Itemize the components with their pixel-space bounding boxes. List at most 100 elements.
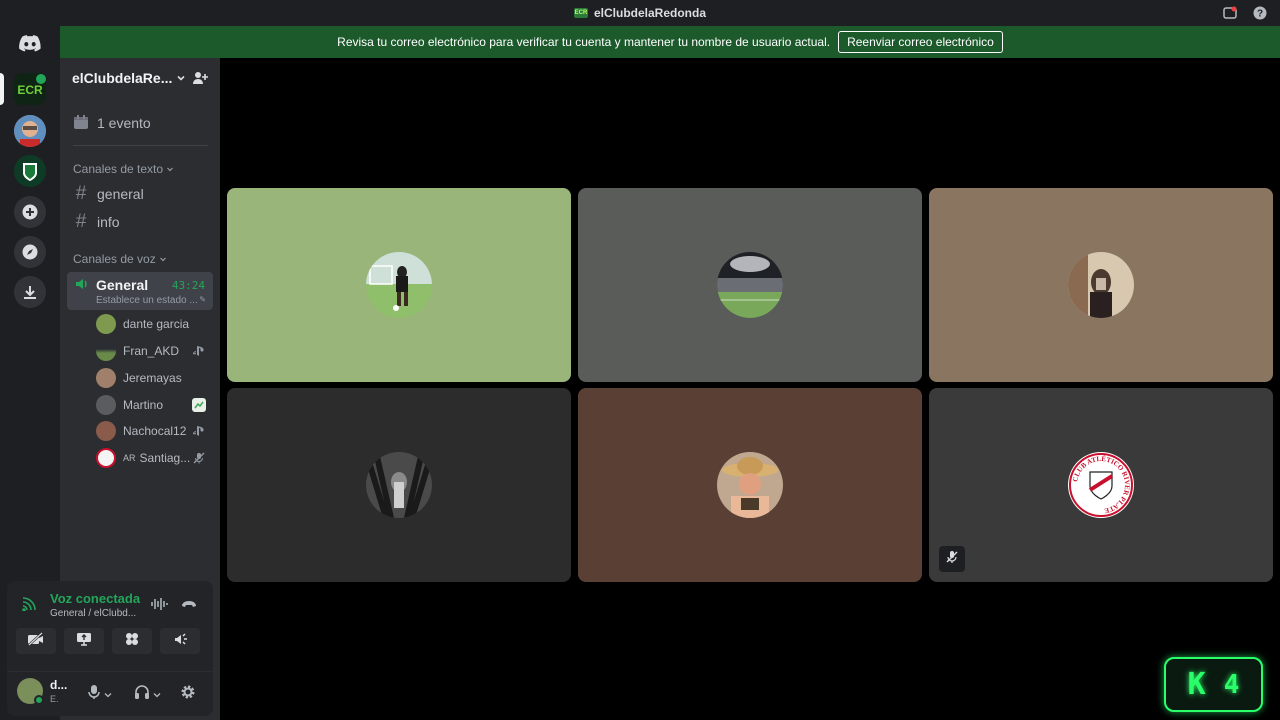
member-name: Nachocal12 — [123, 424, 187, 438]
invite-icon[interactable] — [192, 70, 208, 89]
camera-off-icon — [27, 631, 45, 651]
playstation-icon — [192, 424, 206, 438]
username: d... — [50, 678, 68, 692]
voice-status-label: Voz conectada — [50, 591, 141, 606]
speaker-icon — [74, 276, 90, 297]
camera-off-button[interactable] — [16, 628, 56, 654]
chevron-down-icon — [176, 70, 186, 86]
settings-button[interactable] — [180, 684, 196, 705]
participant-avatar — [366, 452, 432, 518]
chevron-down-icon — [166, 162, 174, 176]
disconnect-icon[interactable] — [180, 597, 198, 616]
voice-action-buttons — [16, 628, 206, 656]
voice-member[interactable]: Jeremayas — [96, 367, 208, 389]
chevron-down-icon — [103, 686, 113, 704]
member-name: dante garcia — [123, 317, 190, 331]
verify-email-banner: Revisa tu correo electrónico para verifi… — [60, 26, 1280, 58]
microphone-icon — [87, 684, 101, 705]
server-header[interactable]: elClubdelaRe... — [60, 58, 220, 98]
playstation-icon — [192, 344, 206, 358]
channel-label: info — [97, 214, 120, 230]
microphone-button[interactable] — [87, 684, 113, 705]
window-title: elClubdelaRedonda — [593, 6, 706, 20]
member-name: Martino — [123, 398, 164, 412]
overlay-number: 4 — [1223, 669, 1240, 700]
participant-tile[interactable] — [227, 388, 571, 582]
voice-member[interactable]: Martino — [96, 394, 208, 416]
river-plate-crest: CLUB ATLÉTICO RIVER PLATE — [1068, 452, 1134, 518]
activity-icon — [192, 398, 206, 412]
voice-timer: 43:24 — [171, 279, 205, 292]
avatar — [96, 341, 116, 361]
voice-channel-general[interactable]: General 43:24 Establece un estado ... ✎ — [67, 272, 213, 310]
activities-icon — [124, 631, 140, 652]
participant-avatar — [1068, 252, 1134, 318]
hash-icon: # — [75, 183, 87, 204]
screen-share-icon — [76, 632, 92, 651]
voice-status[interactable]: Establece un estado ... — [96, 295, 198, 306]
active-server-pill — [0, 73, 4, 105]
avatar — [96, 395, 116, 415]
participant-tile[interactable] — [227, 188, 571, 382]
channel-label: general — [97, 186, 144, 202]
divider — [73, 145, 208, 146]
text-category-label: Canales de texto — [73, 162, 164, 176]
screen-share-button[interactable] — [64, 628, 104, 654]
voice-member[interactable]: Nachocal12 — [96, 420, 208, 442]
events-item[interactable]: 1 evento — [60, 111, 220, 135]
soundboard-icon — [172, 631, 188, 652]
participant-tile[interactable] — [929, 188, 1273, 382]
member-name: Jeremayas — [123, 371, 182, 385]
explore-icon[interactable] — [14, 236, 46, 268]
voice-category[interactable]: Canales de voz — [60, 250, 220, 268]
server-name: elClubdelaRe... — [72, 70, 173, 86]
download-icon[interactable] — [14, 276, 46, 308]
avatar — [96, 421, 116, 441]
online-status-icon — [34, 695, 44, 705]
channel-general[interactable]: # general — [60, 183, 220, 205]
channel-info[interactable]: # info — [60, 211, 220, 233]
voice-stage: CLUB ATLÉTICO RIVER PLATE — [220, 58, 1280, 720]
discord-home-icon[interactable] — [14, 28, 46, 60]
title-bar: ECR elClubdelaRedonda ? — [0, 0, 1280, 26]
participant-avatar — [717, 252, 783, 318]
svg-text:ECR: ECR — [17, 83, 43, 97]
stream-overlay-badge: K 4 — [1164, 657, 1263, 712]
headphones-icon — [134, 684, 150, 705]
pencil-icon[interactable]: ✎ — [199, 295, 206, 304]
crest-server-icon[interactable] — [14, 155, 46, 187]
voice-location[interactable]: General / elClubd... — [50, 608, 136, 619]
server-ecr-icon[interactable]: ECR — [14, 73, 46, 105]
muted-icon — [945, 550, 959, 569]
soundboard-button[interactable] — [160, 628, 200, 654]
participant-tile[interactable] — [578, 188, 922, 382]
signal-icon[interactable] — [22, 597, 38, 616]
resend-email-button[interactable]: Reenviar correo electrónico — [838, 31, 1003, 53]
headphones-button[interactable] — [134, 684, 162, 705]
member-name: Santiag... — [139, 451, 191, 465]
user-status: E. — [50, 694, 59, 704]
activities-button[interactable] — [112, 628, 152, 654]
avatar — [96, 314, 116, 334]
participant-tile[interactable] — [578, 388, 922, 582]
participant-tile[interactable]: CLUB ATLÉTICO RIVER PLATE — [929, 388, 1273, 582]
noise-suppression-icon[interactable] — [150, 597, 168, 616]
text-category[interactable]: Canales de texto — [60, 160, 220, 178]
voice-member[interactable]: dante garcia — [96, 313, 208, 335]
voice-member[interactable]: Fran_AKD — [96, 340, 208, 362]
events-label: 1 evento — [97, 115, 151, 131]
banner-message: Revisa tu correo electrónico para verifi… — [337, 35, 831, 49]
help-icon[interactable]: ? — [1252, 5, 1268, 21]
avatar — [96, 448, 116, 468]
member-tag: AR — [123, 453, 136, 463]
user-server-icon[interactable] — [14, 115, 46, 147]
hash-icon: # — [75, 211, 87, 232]
voice-member[interactable]: AR Santiag... — [96, 447, 208, 469]
participant-avatar — [717, 452, 783, 518]
voice-connection-bar: Voz conectada General / elClubd... — [7, 581, 213, 626]
inbox-icon[interactable] — [1222, 5, 1238, 21]
add-server-icon[interactable] — [14, 196, 46, 228]
member-name: Fran_AKD — [123, 344, 180, 358]
voice-category-label: Canales de voz — [73, 252, 156, 266]
gear-icon — [180, 684, 196, 705]
